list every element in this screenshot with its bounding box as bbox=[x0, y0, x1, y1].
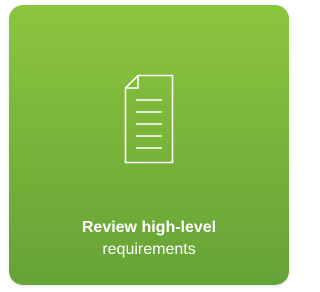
review-requirements-card[interactable]: Review high-level requirements bbox=[9, 5, 289, 285]
document-icon bbox=[124, 74, 174, 164]
card-title: Review high-level bbox=[81, 219, 217, 236]
card-subtitle: requirements bbox=[102, 241, 196, 258]
